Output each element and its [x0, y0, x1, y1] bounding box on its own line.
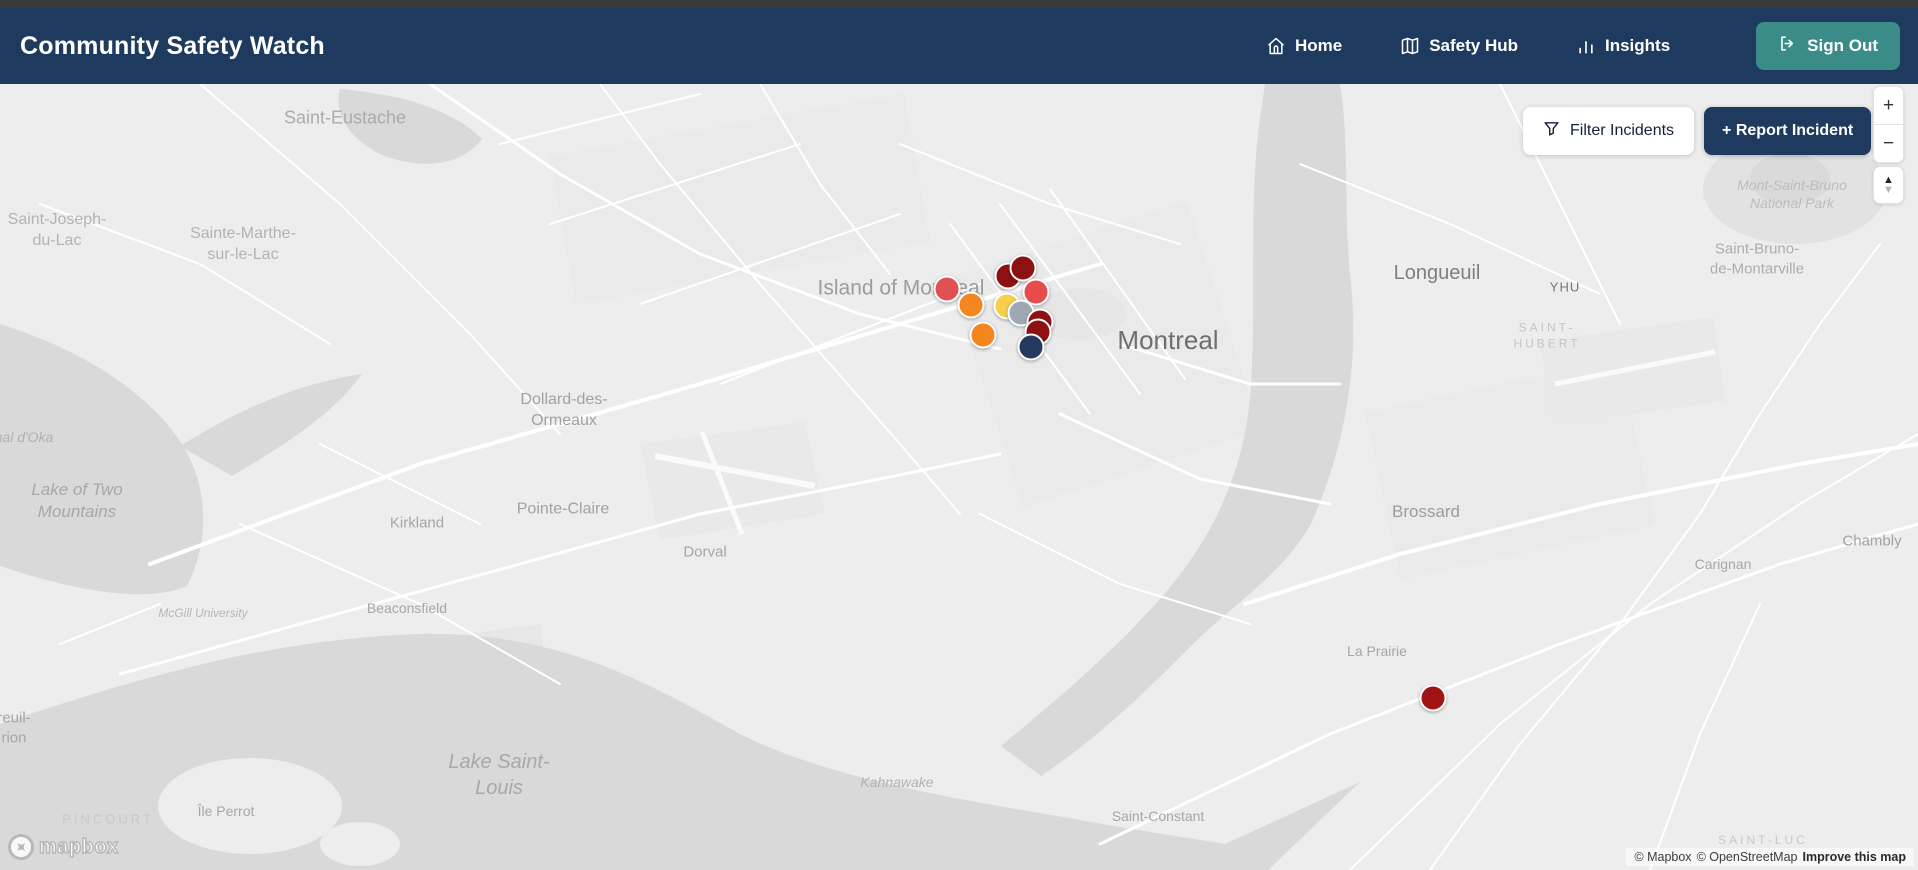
improve-map-link[interactable]: Improve this map — [1803, 850, 1907, 864]
home-icon — [1266, 36, 1286, 56]
nav-label: Home — [1294, 36, 1343, 55]
map-icon — [1400, 36, 1420, 56]
incident-marker[interactable] — [1017, 333, 1045, 361]
nav-item-home[interactable]: Home — [1266, 36, 1342, 56]
map-attribution: © Mapbox © OpenStreetMap Improve this ma… — [1626, 848, 1914, 866]
nav-item-insights[interactable]: Insights — [1576, 36, 1670, 56]
filter-incidents-button[interactable]: Filter Incidents — [1523, 107, 1695, 155]
app-title: Community Safety Watch — [20, 31, 325, 60]
nav-label: Safety Hub — [1429, 36, 1518, 55]
pitch-down-icon: ▼ — [1883, 184, 1894, 196]
incident-marker[interactable] — [933, 275, 961, 303]
map-canvas[interactable]: Saint-Eustache Saint-Joseph- du-Lac Sainte… — [0, 84, 1918, 870]
nav-label: Insights — [1605, 36, 1671, 55]
main-nav: Home Safety Hub Insights Sign Out — [1266, 22, 1900, 70]
incident-marker[interactable] — [1419, 684, 1447, 712]
map-action-buttons: Filter Incidents + Report Incident — [1523, 107, 1872, 155]
osm-attribution-link[interactable]: © OpenStreetMap — [1697, 850, 1798, 864]
incident-marker-layer — [0, 84, 1918, 870]
map-pitch-control[interactable]: ▲ ▼ — [1873, 166, 1904, 204]
bar-chart-icon — [1576, 36, 1596, 56]
incident-marker[interactable] — [969, 321, 997, 349]
log-out-icon — [1778, 34, 1797, 58]
sign-out-label: Sign Out — [1807, 36, 1878, 55]
mapbox-logo[interactable]: ✦ mapbox — [8, 834, 119, 860]
filter-incidents-label: Filter Incidents — [1570, 122, 1675, 139]
nav-item-safety-hub[interactable]: Safety Hub — [1400, 36, 1518, 56]
funnel-icon — [1543, 120, 1560, 142]
app-header: Community Safety Watch Home Safety Hub I… — [0, 8, 1918, 84]
zoom-in-button[interactable]: + — [1874, 87, 1903, 124]
incident-marker[interactable] — [957, 291, 985, 319]
zoom-out-button[interactable]: − — [1874, 125, 1903, 162]
sign-out-button[interactable]: Sign Out — [1756, 22, 1900, 70]
report-incident-button[interactable]: + Report Incident — [1704, 107, 1872, 155]
mapbox-icon: ✦ — [8, 834, 34, 860]
map-zoom-control: + − — [1873, 86, 1904, 163]
mapbox-attribution-link[interactable]: © Mapbox — [1634, 850, 1691, 864]
mapbox-wordmark: mapbox — [38, 835, 119, 858]
window-top-strip — [0, 0, 1918, 8]
incident-marker[interactable] — [1009, 254, 1037, 282]
